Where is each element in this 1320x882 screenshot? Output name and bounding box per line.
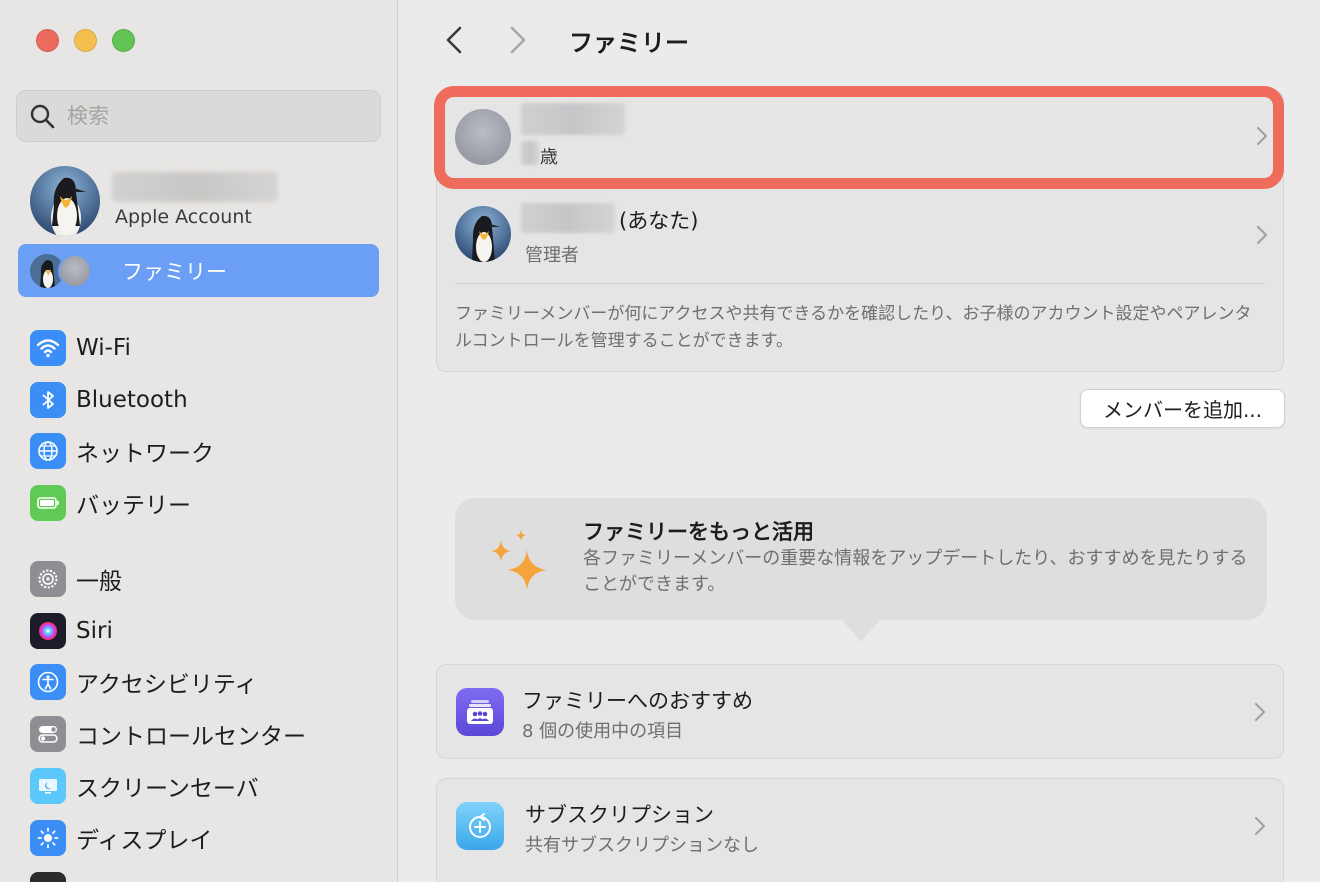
globe-icon	[30, 433, 66, 469]
zoom-window-button[interactable]	[112, 29, 135, 52]
member-avatar	[455, 109, 511, 165]
window-controls	[36, 29, 135, 52]
divider	[455, 187, 1265, 188]
account-subtitle: Apple Account	[115, 206, 252, 228]
display-icon	[30, 820, 66, 856]
family-checklist-icon	[456, 688, 504, 736]
member-row[interactable]: (あなた) 管理者	[437, 191, 1285, 281]
chevron-right-icon	[1256, 225, 1268, 245]
family-recommendations-row[interactable]: ファミリーへのおすすめ 8 個の使用中の項目	[436, 664, 1284, 759]
sidebar-item-label: アクセシビリティ	[76, 672, 258, 698]
sidebar-item-label: Siri	[76, 618, 113, 644]
sidebar-item-label: Bluetooth	[76, 387, 188, 413]
close-window-button[interactable]	[36, 29, 59, 52]
family-description: ファミリーメンバーが何にアクセスや共有できるかを確認したり、お子様のアカウント設…	[455, 304, 1252, 351]
tip-pointer	[839, 616, 883, 642]
member-avatar	[455, 206, 511, 262]
control-center-icon	[30, 716, 66, 752]
sidebar-item-accessibility[interactable]: アクセシビリティ	[30, 662, 380, 702]
sidebar-item-general[interactable]: 一般	[30, 559, 380, 599]
sidebar: Apple Account ファミリー Wi-Fi Bluetooth	[0, 0, 398, 882]
sidebar-item-bluetooth[interactable]: Bluetooth	[30, 380, 380, 420]
add-member-button[interactable]: メンバーを追加...	[1080, 389, 1285, 428]
family-avatars	[30, 252, 110, 290]
bluetooth-icon	[30, 382, 66, 418]
row-title: サブスクリプション	[525, 803, 714, 827]
siri-icon	[30, 613, 66, 649]
sidebar-item-network[interactable]: ネットワーク	[30, 431, 380, 471]
wifi-icon	[30, 330, 66, 366]
search-field[interactable]	[16, 90, 381, 142]
sidebar-item-label: ファミリー	[122, 259, 227, 284]
page-title: ファミリー	[569, 28, 689, 57]
sidebar-item-screensaver[interactable]: スクリーンセーバ	[30, 766, 380, 806]
chevron-left-icon	[446, 26, 462, 54]
family-members-card: 歳 (あなた) 管理者 ファミリーメンバーが何にアクセスや共有できるかを確認した	[436, 90, 1284, 372]
member-row[interactable]: 歳	[437, 91, 1285, 181]
account-avatar	[30, 166, 100, 236]
minimize-window-button[interactable]	[74, 29, 97, 52]
sidebar-item-label: バッテリー	[76, 493, 191, 519]
chevron-right-icon	[1254, 816, 1266, 836]
sidebar-item-wifi[interactable]: Wi-Fi	[30, 328, 380, 368]
row-subtitle: 共有サブスクリプションなし	[525, 835, 759, 856]
member-avatar	[58, 253, 92, 288]
sidebar-item-label: ネットワーク	[76, 441, 214, 467]
forward-button[interactable]	[503, 20, 533, 60]
next-sidebar-icon	[30, 872, 66, 882]
sidebar-item-control-center[interactable]: コントロールセンター	[30, 714, 380, 754]
tip-callout: ファミリーをもっと活用 各ファミリーメンバーの重要な情報をアップデートしたり、お…	[455, 498, 1267, 620]
main-content: ファミリー 歳 (あなた) 管理者 ファミリーメンバーが何にアクセスや共有できる…	[399, 0, 1320, 882]
sidebar-item-label: コントロールセンター	[76, 724, 306, 750]
toolbar: ファミリー	[439, 18, 689, 62]
chevron-right-icon	[510, 26, 526, 54]
member-name	[521, 203, 615, 233]
member-role: 管理者	[525, 245, 579, 266]
account-name	[112, 172, 278, 202]
member-you-label: (あなた)	[619, 209, 699, 233]
subscriptions-icon	[456, 802, 504, 850]
tip-text: 各ファミリーメンバーの重要な情報をアップデートしたり、おすすめを見たりすることが…	[583, 548, 1248, 595]
gear-icon	[30, 561, 66, 597]
search-icon	[30, 104, 55, 129]
member-age-value	[521, 141, 539, 165]
row-subtitle: 8 個の使用中の項目	[522, 721, 684, 742]
sidebar-item-siri[interactable]: Siri	[30, 611, 380, 651]
sidebar-item-label: 一般	[76, 569, 122, 595]
sidebar-item-label: Wi-Fi	[76, 335, 131, 361]
tip-title: ファミリーをもっと活用	[583, 520, 814, 544]
apple-account-item[interactable]: Apple Account	[30, 166, 380, 236]
row-title: ファミリーへのおすすめ	[522, 689, 753, 713]
sparkles-icon	[491, 530, 547, 590]
chevron-right-icon	[1254, 702, 1266, 722]
accessibility-icon	[30, 664, 66, 700]
battery-icon	[30, 485, 66, 521]
sidebar-item-label: スクリーンセーバ	[76, 776, 259, 802]
sidebar-item-family[interactable]: ファミリー	[18, 244, 379, 297]
chevron-right-icon	[1256, 126, 1268, 146]
divider	[455, 283, 1265, 284]
member-age-label: 歳	[540, 147, 558, 168]
member-name	[521, 103, 625, 135]
back-button[interactable]	[439, 20, 469, 60]
screensaver-icon	[30, 768, 66, 804]
subscriptions-row[interactable]: サブスクリプション 共有サブスクリプションなし	[436, 778, 1284, 882]
sidebar-item-display[interactable]: ディスプレイ	[30, 818, 380, 858]
sidebar-item-battery[interactable]: バッテリー	[30, 483, 380, 523]
sidebar-item-label: ディスプレイ	[76, 828, 213, 854]
search-input[interactable]	[67, 104, 367, 128]
